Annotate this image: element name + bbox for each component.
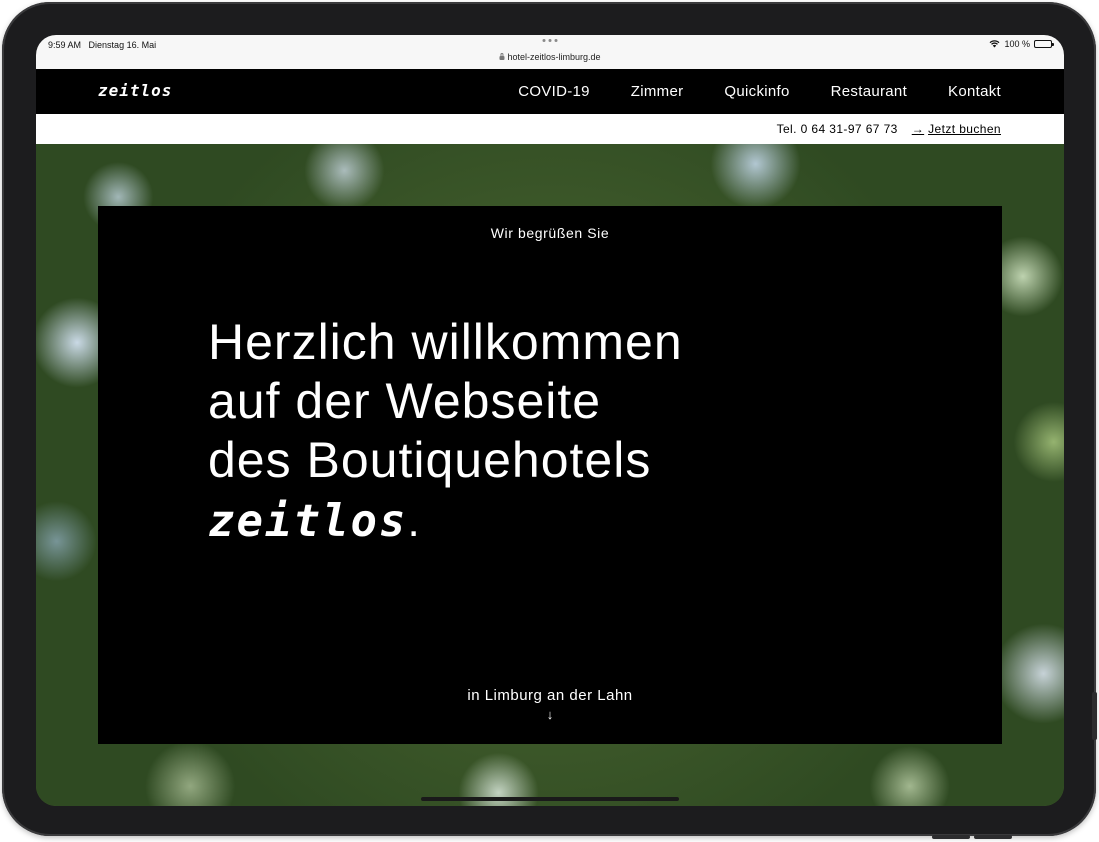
headline-line-1: Herzlich willkommen (208, 314, 683, 370)
tablet-frame: 9:59 AM Dienstag 16. Mai hotel-zeitlos-l… (2, 2, 1097, 839)
headline-line-3: des Boutiquehotels (208, 432, 652, 488)
greeting-text: Wir begrüßen Sie (490, 225, 610, 241)
book-now-link[interactable]: → Jetzt buchen (912, 122, 1001, 136)
contact-bar: Tel. 0 64 31-97 67 73 → Jetzt buchen (36, 114, 1064, 144)
wifi-icon (990, 40, 1000, 48)
book-now-label: Jetzt buchen (928, 122, 1001, 136)
scroll-down-arrow-icon[interactable]: ↓ (98, 707, 1002, 722)
home-indicator[interactable] (421, 797, 679, 801)
nav-link-kontakt[interactable]: Kontakt (948, 83, 1001, 100)
welcome-panel: Wir begrüßen Sie Herzlich willkommen auf… (98, 206, 1002, 744)
volume-button-down (974, 835, 1012, 839)
headline-brand: zeitlos. (208, 492, 683, 551)
brand-dot: . (407, 497, 422, 546)
phone-number[interactable]: Tel. 0 64 31-97 67 73 (777, 122, 898, 136)
lock-icon (499, 53, 505, 60)
screen: 9:59 AM Dienstag 16. Mai hotel-zeitlos-l… (36, 35, 1064, 806)
url-text: hotel-zeitlos-limburg.de (507, 52, 601, 62)
multitasking-dots-icon[interactable] (542, 39, 558, 42)
site-logo[interactable]: zeitlos (98, 81, 172, 100)
hero-headline: Herzlich willkommen auf der Webseite des… (208, 313, 683, 551)
address-bar[interactable]: hotel-zeitlos-limburg.de (499, 52, 601, 62)
hero-section: Wir begrüßen Sie Herzlich willkommen auf… (36, 144, 1064, 806)
status-time-date: 9:59 AM Dienstag 16. Mai (48, 40, 156, 50)
volume-button-up (932, 835, 970, 839)
battery-icon (1034, 40, 1054, 48)
status-bar: 9:59 AM Dienstag 16. Mai hotel-zeitlos-l… (36, 35, 1064, 69)
status-date: Dienstag 16. Mai (88, 40, 157, 50)
nav-link-restaurant[interactable]: Restaurant (831, 83, 907, 100)
battery-percent: 100 % (1004, 39, 1030, 49)
arrow-right-icon: → (911, 122, 925, 136)
site-header: zeitlos COVID-19 Zimmer Quickinfo Restau… (36, 69, 1064, 114)
brand-name: zeitlos (208, 496, 408, 547)
nav-link-covid[interactable]: COVID-19 (518, 83, 590, 100)
main-nav: COVID-19 Zimmer Quickinfo Restaurant Kon… (518, 83, 1001, 100)
nav-link-quickinfo[interactable]: Quickinfo (724, 83, 789, 100)
status-indicators: 100 % (989, 39, 1054, 49)
headline-line-2: auf der Webseite (208, 373, 602, 429)
side-button-right (1092, 692, 1097, 740)
status-time: 9:59 AM (48, 40, 82, 50)
location-text: in Limburg an der Lahn (467, 687, 633, 704)
nav-link-zimmer[interactable]: Zimmer (631, 83, 684, 100)
